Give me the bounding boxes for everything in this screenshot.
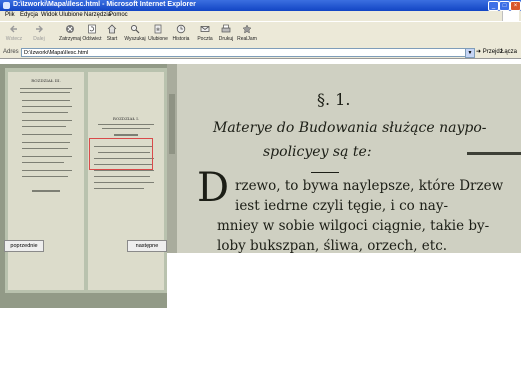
title-bar: D:\Izworki\Mapa\Ilesc.html - Microsoft I… [0, 0, 521, 11]
stop-label: Zatrzymaj [59, 36, 81, 42]
back-arrow-icon [10, 25, 17, 33]
home-button[interactable]: Start [104, 24, 120, 45]
realjam-button[interactable]: RealJam [236, 24, 258, 45]
links-label[interactable]: Łącza [501, 49, 517, 55]
print-label: Drukuj [218, 36, 234, 42]
address-input[interactable] [21, 48, 467, 57]
history-button[interactable]: Historia [170, 24, 192, 45]
minimize-button[interactable]: _ [488, 1, 499, 11]
refresh-icon [88, 24, 96, 34]
mail-label: Poczta [197, 36, 213, 42]
scan-body-line1: rzewo, to bywa naylepsze, które Drzew [235, 178, 504, 194]
scan-separator [311, 172, 339, 173]
toolbar: Wstecz Dalej Zatrzymaj Odśwież Start Wys… [0, 21, 521, 48]
search-button[interactable]: Wyszukaj [124, 24, 146, 45]
forward-label: Dalej [33, 36, 45, 42]
scan-heading-line1: Materye do Budowania służące naypo- [213, 120, 487, 136]
favorites-label: Ulubione [148, 36, 168, 42]
realjam-icon [242, 24, 252, 34]
menu-favorites[interactable]: Ulubione [59, 12, 83, 18]
scan-body-line4: loby bukszpan, śliwa, orzech, etc. [217, 238, 448, 253]
left-page-thumbnail: ROZDZIAŁ III. [8, 72, 84, 290]
next-page-button[interactable]: następne [127, 240, 167, 252]
page-content: ROZDZIAŁ III. ROZDZIAŁ I. poprzednie nas… [0, 58, 521, 385]
menu-file[interactable]: Plik [5, 12, 15, 18]
address-dropdown-button[interactable]: ▼ [465, 48, 475, 58]
print-button[interactable]: Drukuj [216, 24, 236, 45]
go-label: Przejdź [482, 49, 503, 55]
book-thumbnail[interactable]: ROZDZIAŁ III. ROZDZIAŁ I. [5, 68, 167, 293]
menu-tools[interactable]: Narzędzia [84, 12, 111, 18]
ie-icon [3, 2, 10, 9]
stop-button[interactable]: Zatrzymaj [58, 24, 82, 45]
scan-heading-line2: spolicyey są te: [263, 144, 372, 160]
back-button[interactable]: Wstecz [3, 24, 25, 45]
scan-drop-cap: D [197, 165, 230, 211]
print-icon [221, 24, 231, 33]
forward-arrow-icon [36, 25, 43, 33]
search-label: Wyszukaj [124, 36, 146, 42]
realjam-label: RealJam [237, 36, 257, 42]
menu-bar: Plik Edycja Widok Ulubione Narzędzia Pom… [0, 11, 521, 21]
menu-view[interactable]: Widok [41, 12, 58, 18]
page-scan-zoom: §. 1. Materye do Budowania służące naypo… [167, 64, 521, 253]
right-page-heading: ROZDZIAŁ I. [112, 116, 140, 121]
left-page-heading: ROZDZIAŁ III. [31, 78, 61, 83]
forward-button[interactable]: Dalej [28, 24, 50, 45]
history-label: Historia [172, 36, 190, 42]
scan-body-line2: iest iedrne czyli tęgie, i co nay- [235, 198, 449, 214]
favorites-button[interactable]: Ulubione [147, 24, 169, 45]
scan-body-line3: mniey w sobie wilgoci ciągnie, takie by- [217, 218, 490, 234]
section-number: §. 1. [317, 90, 351, 109]
search-icon [130, 24, 140, 34]
previous-page-button[interactable]: poprzednie [4, 240, 44, 252]
back-label: Wstecz [5, 36, 23, 42]
thumbnail-panel: ROZDZIAŁ III. ROZDZIAŁ I. poprzednie nas… [0, 64, 167, 308]
home-label: Start [106, 36, 118, 42]
stop-icon [66, 25, 74, 33]
windows-logo-icon [502, 11, 519, 21]
refresh-label: Odśwież [82, 36, 102, 42]
go-button[interactable]: ➜ Przejdź [476, 48, 503, 55]
home-icon [107, 24, 117, 34]
history-icon [176, 24, 186, 34]
window-title: D:\Izworki\Mapa\Ilesc.html - Microsoft I… [13, 1, 196, 8]
mail-icon [200, 26, 210, 32]
close-button[interactable]: × [510, 1, 521, 11]
menu-help[interactable]: Pomoc [109, 12, 128, 18]
maximize-button[interactable]: □ [499, 1, 510, 11]
refresh-button[interactable]: Odśwież [82, 24, 102, 45]
address-label: Adres [3, 49, 19, 55]
mail-button[interactable]: Poczta [195, 24, 215, 45]
menu-edit[interactable]: Edycja [20, 12, 38, 18]
right-page-thumbnail: ROZDZIAŁ I. [88, 72, 164, 290]
visible-region-highlight [89, 138, 153, 170]
favorites-icon [154, 24, 162, 34]
